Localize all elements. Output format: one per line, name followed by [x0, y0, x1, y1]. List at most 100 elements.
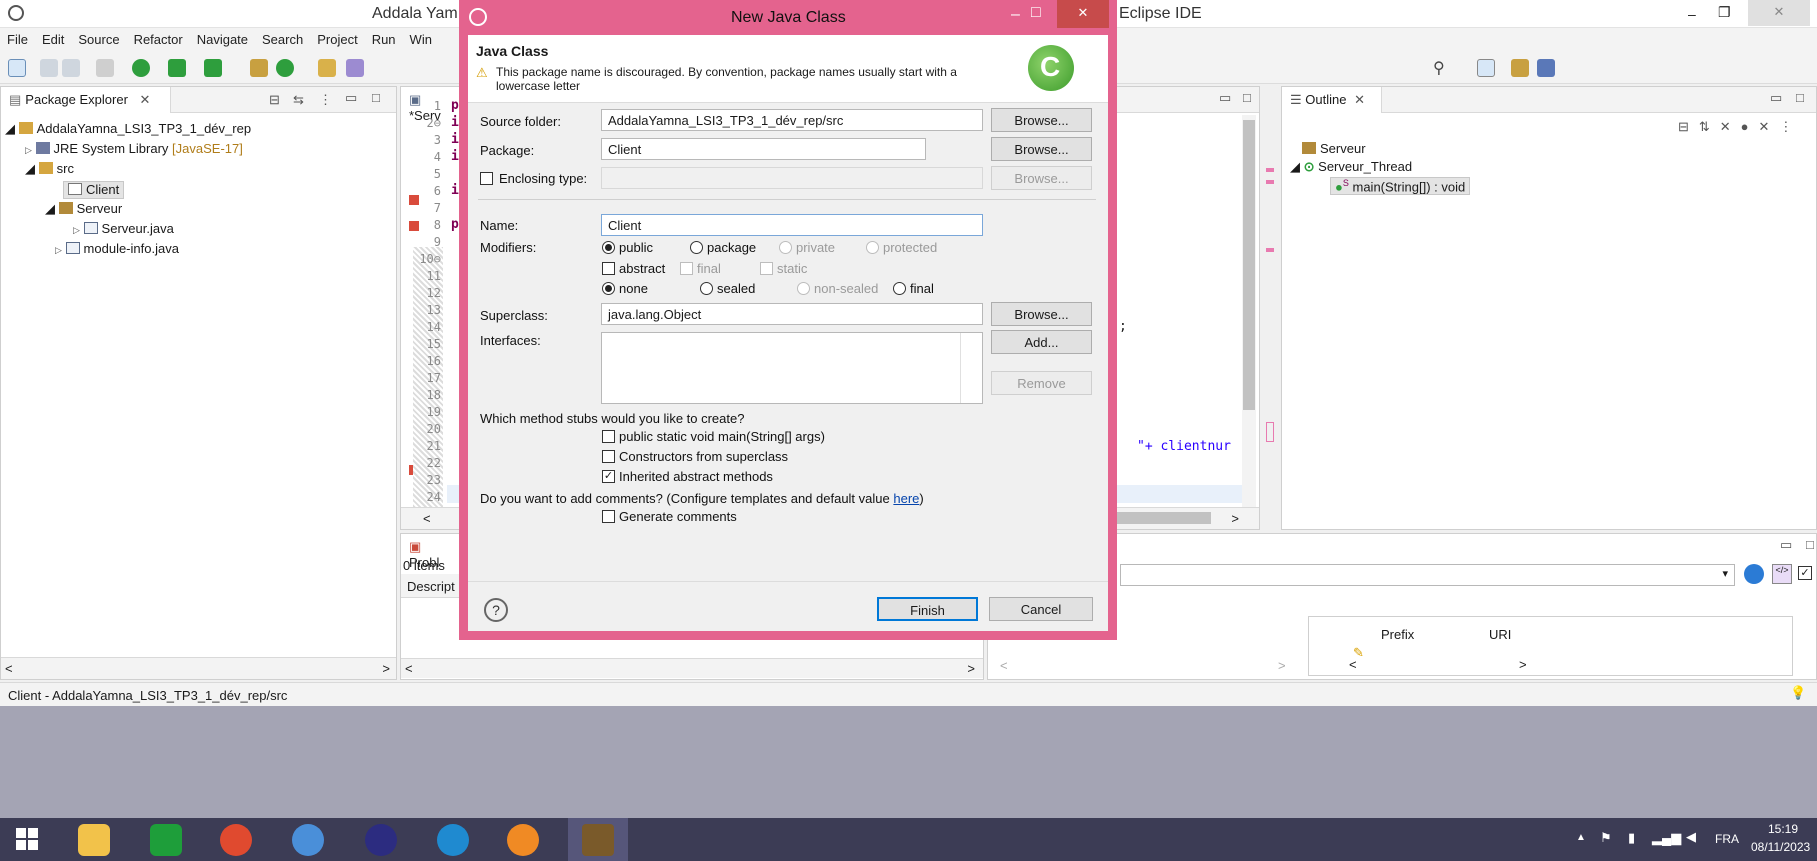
save-icon[interactable] [40, 59, 58, 77]
file-explorer-icon[interactable] [78, 824, 110, 856]
modifier-final-checkbox[interactable] [680, 262, 693, 275]
scroll-right-icon[interactable]: > [1278, 658, 1286, 673]
editor-vertical-scrollbar[interactable] [1242, 115, 1256, 507]
app-icon[interactable] [292, 824, 324, 856]
dialog-minimize-button[interactable]: – [1011, 6, 1020, 24]
expand-icon[interactable]: ◢ [25, 161, 35, 176]
tray-flag-icon[interactable]: ⚑ [1600, 830, 1612, 846]
remove-interface-button[interactable]: Remove [991, 371, 1092, 395]
new-package-icon[interactable] [250, 59, 268, 77]
java-ee-ide-taskbar-button[interactable] [568, 818, 628, 861]
menu-refactor[interactable]: Refactor [127, 28, 190, 47]
scrollbar-thumb[interactable] [1243, 120, 1255, 410]
outline-item-package[interactable]: Serveur [1302, 141, 1366, 156]
configure-templates-link[interactable]: here [893, 491, 919, 506]
tree-item-project[interactable]: ◢ AddalaYamna_LSI3_TP3_1_dév_rep [5, 121, 251, 139]
package-browse-button[interactable]: Browse... [991, 137, 1092, 161]
superclass-browse-button[interactable]: Browse... [991, 302, 1092, 326]
modifier-non-sealed-radio[interactable] [797, 282, 810, 295]
stub-inherited-checkbox[interactable]: ✓ [602, 470, 615, 483]
package-explorer-tab[interactable]: ▤ Package Explorer ✕ [1, 87, 171, 113]
scroll-left-icon[interactable]: < [1349, 657, 1357, 672]
network-icon[interactable]: ▂▄▆ [1652, 830, 1681, 846]
modifier-protected-radio[interactable] [866, 241, 879, 254]
modifier-final2-radio[interactable] [893, 282, 906, 295]
maximize-view-icon[interactable]: □ [1243, 90, 1251, 105]
package-input[interactable]: Client [601, 138, 926, 160]
scroll-left-icon[interactable]: < [423, 511, 431, 526]
outline-toolbar-icons[interactable]: ⊟⇅✕●✕⋮ [1678, 119, 1802, 135]
restore-icon[interactable]: ❐ [1718, 4, 1731, 21]
modifier-abstract-checkbox[interactable] [602, 262, 615, 275]
scroll-left-icon[interactable]: < [405, 661, 413, 676]
clock-time[interactable]: 15:19 [1768, 822, 1798, 836]
enclosing-type-checkbox[interactable] [480, 172, 493, 185]
new-class-icon[interactable] [276, 59, 294, 77]
cancel-button[interactable]: Cancel [989, 597, 1093, 621]
tree-item-client[interactable]: Client [63, 181, 125, 199]
problems-horizontal-scrollbar[interactable]: < > [401, 658, 983, 678]
minimize-view-icon[interactable]: ▭ [1219, 90, 1231, 106]
coverage-icon[interactable] [168, 59, 186, 77]
help-icon[interactable]: ? [484, 598, 508, 622]
enclosing-browse-button[interactable]: Browse... [991, 166, 1092, 190]
scroll-right-icon[interactable]: > [967, 661, 975, 676]
windows-start-icon[interactable] [16, 828, 38, 850]
chevron-up-icon[interactable]: ▲ [1576, 832, 1586, 843]
java-perspective-icon[interactable] [1537, 59, 1555, 77]
menu-navigate[interactable]: Navigate [190, 28, 255, 47]
url-combobox[interactable]: ▾ [1120, 564, 1735, 586]
close-tab-icon[interactable]: ✕ [1354, 92, 1365, 107]
add-interface-button[interactable]: Add... [991, 330, 1092, 354]
battery-icon[interactable]: ▮ [1628, 830, 1635, 846]
search-tool-icon[interactable] [346, 59, 364, 77]
option-checkbox[interactable]: ✓ [1798, 566, 1812, 580]
modifier-private-radio[interactable] [779, 241, 792, 254]
collapse-all-icon[interactable]: ⊟ [269, 92, 280, 108]
marker[interactable] [1266, 248, 1274, 252]
scroll-right-icon[interactable]: > [1519, 657, 1527, 672]
marker[interactable] [1266, 180, 1274, 184]
minimize-view-icon[interactable]: ▭ [1780, 537, 1792, 553]
link-editor-icon[interactable]: ⇆ [293, 92, 304, 108]
open-perspective-icon[interactable] [1477, 59, 1495, 77]
view-menu-icon[interactable]: ⋮ [319, 92, 332, 108]
outline-item-method[interactable]: ●S main(String[]) : void [1330, 177, 1471, 196]
external-tools-icon[interactable] [204, 59, 222, 77]
scrollbar-thumb[interactable] [1101, 512, 1211, 524]
outline-item-class[interactable]: ◢ ⊙ Serveur_Thread [1290, 159, 1412, 175]
go-icon[interactable] [1744, 564, 1764, 584]
store-icon[interactable] [150, 824, 182, 856]
menu-edit[interactable]: Edit [35, 28, 71, 47]
collapse-icon[interactable]: ▷ [25, 145, 32, 155]
menu-window[interactable]: Win [403, 28, 439, 47]
menu-run[interactable]: Run [365, 28, 403, 47]
java-ee-perspective-icon[interactable] [1511, 59, 1529, 77]
horizontal-scrollbar[interactable]: < > [1, 657, 396, 679]
chrome-icon[interactable] [220, 824, 252, 856]
modifier-none-radio[interactable] [602, 282, 615, 295]
new-icon[interactable] [8, 59, 26, 77]
scroll-right-icon[interactable]: > [1231, 511, 1239, 526]
tree-item-serveur-java[interactable]: ▷ Serveur.java [73, 221, 174, 239]
expand-icon[interactable]: ◢ [1290, 159, 1300, 174]
save-all-icon[interactable] [62, 59, 80, 77]
menu-file[interactable]: File [0, 28, 35, 47]
scroll-left-icon[interactable]: < [5, 661, 13, 676]
volume-icon[interactable]: ◀ [1686, 829, 1696, 845]
debug-icon[interactable] [96, 59, 114, 77]
xml-icon[interactable]: </> [1772, 564, 1792, 584]
modifier-sealed-radio[interactable] [700, 282, 713, 295]
scroll-left-icon[interactable]: < [1000, 658, 1008, 673]
language-indicator[interactable]: FRA [1715, 832, 1739, 846]
expand-icon[interactable]: ◢ [45, 201, 55, 216]
minimize-view-icon[interactable]: ▭ [1770, 90, 1782, 106]
stub-constructors-checkbox[interactable] [602, 450, 615, 463]
maximize-view-icon[interactable]: □ [1806, 537, 1814, 552]
stub-main-checkbox[interactable] [602, 430, 615, 443]
modifier-static-checkbox[interactable] [760, 262, 773, 275]
chevron-down-icon[interactable]: ▾ [1722, 567, 1728, 580]
minimize-view-icon[interactable]: ▭ [345, 90, 357, 106]
run-icon[interactable] [132, 59, 150, 77]
finish-button[interactable]: Finish [877, 597, 978, 621]
